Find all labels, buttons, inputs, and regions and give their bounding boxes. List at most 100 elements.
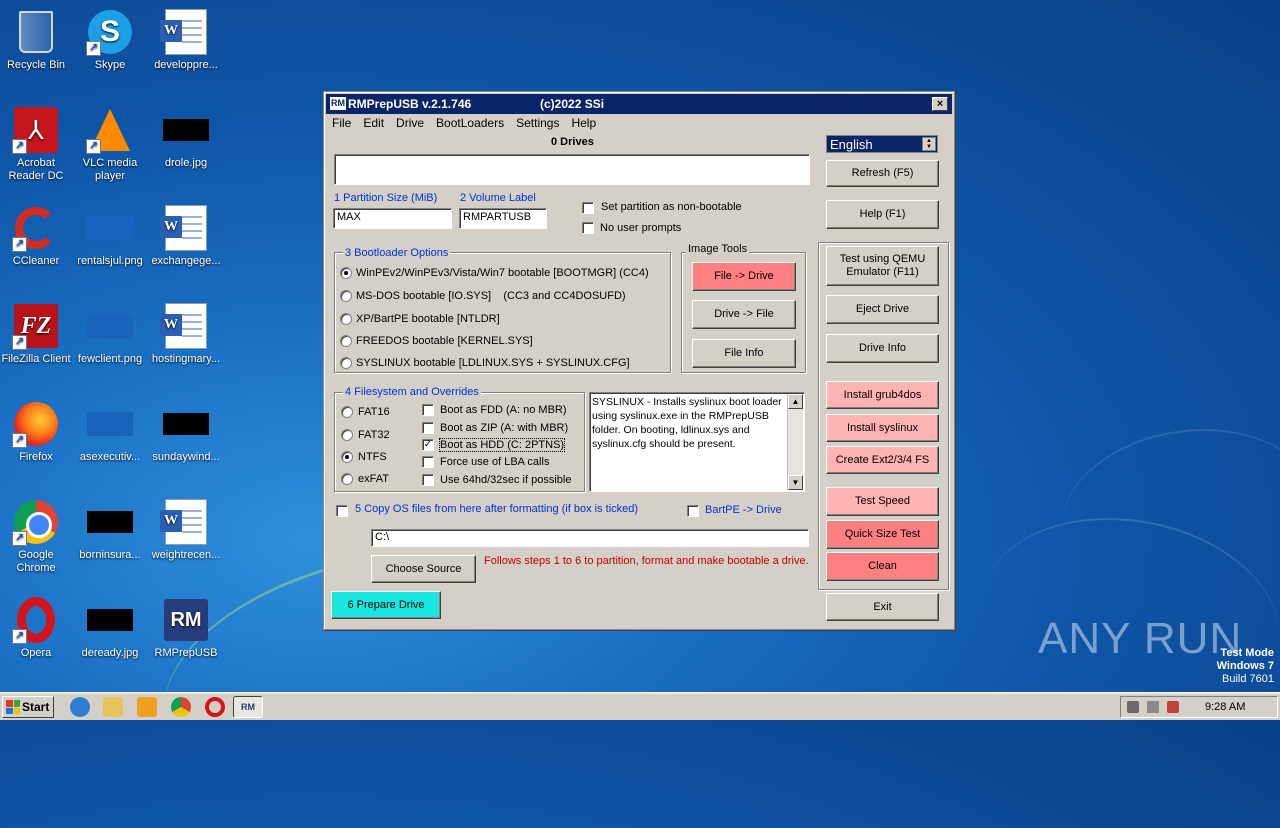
desktop-icon-vlc[interactable]: ↗ VLC media player	[72, 106, 148, 183]
fs-radio-fat32[interactable]	[341, 429, 353, 441]
image-thumbnail-icon	[87, 412, 133, 436]
desktop-icon-hostingmary[interactable]: W hostingmary...	[148, 302, 224, 366]
fs-radio-exfat[interactable]	[341, 473, 353, 485]
choose-source-button[interactable]: Choose Source	[371, 555, 476, 583]
desktop-icon-asexecutiv[interactable]: asexecutiv...	[72, 400, 148, 464]
explorer-folder-icon[interactable]	[103, 697, 123, 717]
desktop-icon-rmprepusb[interactable]: RM RMPrepUSB	[148, 596, 224, 660]
title-bar[interactable]: RM RMPrepUSB v.2.1.746 (c)2022 SSi ×	[326, 94, 952, 114]
desktop-icon-chrome[interactable]: ↗ Google Chrome	[0, 498, 74, 575]
desktop-icon-deready[interactable]: deready.jpg	[72, 596, 148, 660]
taskbar: Start RM 9:28 AM	[0, 692, 1280, 720]
override-fdd-checkbox[interactable]	[422, 404, 434, 416]
drive-list[interactable]	[334, 154, 810, 185]
desktop-icon-label: CCleaner	[12, 255, 60, 267]
desktop-icon-ccleaner[interactable]: ↗ CCleaner	[0, 204, 74, 268]
bootloader-radio-xp[interactable]	[340, 313, 352, 325]
chrome-taskbar-icon[interactable]	[171, 697, 191, 717]
menu-bootloaders[interactable]: BootLoaders	[430, 115, 510, 133]
clean-button[interactable]: Clean	[826, 552, 939, 581]
refresh-button[interactable]: Refresh (F5)	[826, 160, 939, 187]
override-zip-checkbox[interactable]	[422, 422, 434, 434]
bootloader-radio-syslinux[interactable]	[340, 357, 352, 369]
drive-info-button[interactable]: Drive Info	[826, 334, 939, 363]
menu-help[interactable]: Help	[565, 115, 602, 133]
desktop-icon-filezilla[interactable]: FZ ↗ FileZilla Client	[0, 302, 74, 366]
rmprepusb-taskbar-button[interactable]: RM	[233, 696, 263, 718]
desktop-icon-recycle-bin[interactable]: Recycle Bin	[0, 8, 74, 72]
menu-bar: File Edit Drive BootLoaders Settings Hel…	[326, 115, 602, 133]
close-icon[interactable]: ×	[932, 97, 948, 111]
desktop-icon-borninsura[interactable]: borninsura...	[72, 498, 148, 562]
install-grub4dos-button[interactable]: Install grub4dos	[826, 381, 939, 409]
desktop-icon-acrobat[interactable]: ⅄ ↗ Acrobat Reader DC	[0, 106, 74, 183]
desktop-icon-rentalsjul[interactable]: rentalsjul.png	[72, 204, 148, 268]
qemu-test-button[interactable]: Test using QEMU Emulator (F11)	[826, 246, 939, 286]
desktop-icon-developpre[interactable]: W developpre...	[148, 8, 224, 72]
fs-radio-ntfs[interactable]	[341, 451, 353, 463]
network-icon[interactable]	[1147, 701, 1159, 713]
menu-edit[interactable]: Edit	[357, 115, 390, 133]
override-lba-label: Force use of LBA calls	[440, 456, 550, 468]
install-syslinux-button[interactable]: Install syslinux	[826, 414, 939, 442]
volume-label-input[interactable]: RMPARTUSB	[459, 208, 547, 229]
desktop-icon-label: Firefox	[19, 451, 53, 463]
desktop-icon-label: Opera	[20, 647, 52, 659]
info-scrollbar[interactable]: ▲ ▼	[787, 394, 803, 490]
test-speed-button[interactable]: Test Speed	[826, 487, 939, 516]
nonbootable-checkbox[interactable]	[582, 202, 594, 214]
fs-radio-fat16[interactable]	[341, 406, 353, 418]
test-mode-notice: Test Mode Windows 7 Build 7601	[1217, 647, 1274, 686]
shortcut-arrow-icon: ↗	[12, 531, 27, 546]
opera-taskbar-icon[interactable]	[205, 697, 225, 717]
spinner-arrows-icon[interactable]: ▲ ▼	[922, 137, 936, 151]
file-info-button[interactable]: File Info	[692, 339, 796, 368]
quick-size-test-button[interactable]: Quick Size Test	[826, 520, 939, 549]
desktop-icon-opera[interactable]: ↗ Opera	[0, 596, 74, 660]
source-path-input[interactable]: C:\	[371, 529, 809, 547]
override-zip-label: Boot as ZIP (A: with MBR)	[440, 422, 569, 434]
desktop-icon-weightrecen[interactable]: W weightrecen...	[148, 498, 224, 562]
bootloader-radio-winpe[interactable]	[340, 267, 352, 279]
desktop-icon-exchangege[interactable]: W exchangege...	[148, 204, 224, 268]
fs-label-exfat: exFAT	[358, 473, 389, 485]
eject-drive-button[interactable]: Eject Drive	[826, 295, 939, 324]
start-button[interactable]: Start	[2, 696, 54, 718]
ie-icon[interactable]	[70, 697, 90, 717]
window-title: RMPrepUSB v.2.1.746	[348, 97, 472, 111]
speaker-icon[interactable]	[1127, 701, 1139, 713]
partition-size-input[interactable]: MAX	[333, 208, 452, 229]
desktop-icon-drole[interactable]: drole.jpg	[148, 106, 224, 170]
desktop-icon-label: borninsura...	[79, 549, 141, 561]
scroll-down-icon[interactable]: ▼	[788, 475, 803, 490]
no-prompts-checkbox[interactable]	[582, 222, 594, 234]
desktop-icon-fewclient[interactable]: fewclient.png	[72, 302, 148, 366]
create-ext-fs-button[interactable]: Create Ext2/3/4 FS	[826, 446, 939, 474]
help-button[interactable]: Help (F1)	[826, 200, 939, 229]
rmprepusb-icon: RM	[164, 599, 208, 641]
override-64hd-checkbox[interactable]	[422, 474, 434, 486]
bootloader-info-text[interactable]: SYSLINUX - Installs syslinux boot loader…	[589, 392, 805, 492]
bartpe-checkbox[interactable]	[687, 505, 699, 517]
action-center-icon[interactable]	[1167, 701, 1179, 713]
copy-files-checkbox[interactable]	[336, 505, 348, 517]
prepare-drive-button[interactable]: 6 Prepare Drive	[331, 591, 441, 619]
file-to-drive-button[interactable]: File -> Drive	[692, 262, 796, 291]
language-select[interactable]: English ▲ ▼	[826, 135, 938, 153]
scroll-up-icon[interactable]: ▲	[788, 394, 803, 409]
bootloader-radio-freedos[interactable]	[340, 335, 352, 347]
desktop-icon-firefox[interactable]: ↗ Firefox	[0, 400, 74, 464]
override-lba-checkbox[interactable]	[422, 456, 434, 468]
menu-settings[interactable]: Settings	[510, 115, 565, 133]
desktop-icon-skype[interactable]: S ↗ Skype	[72, 8, 148, 72]
menu-file[interactable]: File	[326, 115, 357, 133]
drive-to-file-button[interactable]: Drive -> File	[692, 300, 796, 329]
clock[interactable]: 9:28 AM	[1205, 701, 1245, 713]
bootloader-radio-msdos[interactable]	[340, 290, 352, 302]
bootloader-label-syslinux: SYSLINUX bootable [LDLINUX.SYS + SYSLINU…	[356, 357, 630, 369]
desktop-icon-sundaywind[interactable]: sundaywind...	[148, 400, 224, 464]
exit-button[interactable]: Exit	[826, 593, 939, 621]
menu-drive[interactable]: Drive	[390, 115, 430, 133]
media-player-icon[interactable]	[137, 697, 157, 717]
override-hdd-checkbox[interactable]: ✓	[422, 439, 434, 451]
